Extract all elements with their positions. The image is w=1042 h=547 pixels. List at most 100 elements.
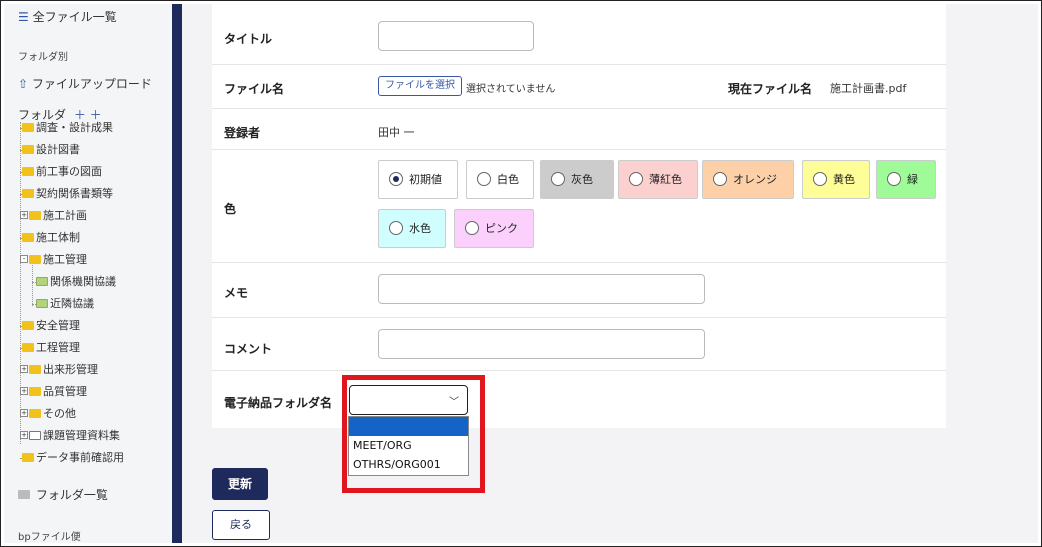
tree-node[interactable]: 近隣協議 [36,294,94,314]
tree-node[interactable]: 契約関係書類等 [22,184,113,204]
color-option[interactable]: 水色 [378,209,446,248]
radio-icon[interactable] [477,172,491,186]
memo-label: メモ [224,286,249,300]
tree-node[interactable]: + 出来形管理 [20,360,98,380]
tree-node-label: 施工体制 [36,231,80,244]
folder-icon [29,210,41,220]
color-option[interactable]: 緑 [876,160,936,199]
folder-icon [29,386,41,396]
tree-node[interactable]: 関係機関協議 [36,272,116,292]
folder-icon [22,188,34,198]
folder-icon [22,342,34,352]
tree-expander-icon[interactable]: + [20,211,28,219]
main-content: タイトル ファイル名 ファイルを選択 選択されていません 現在ファイル名 施工計… [182,4,1038,543]
registrant-label: 登録者 [224,126,261,140]
color-option[interactable]: 薄紅色 [618,160,698,199]
color-option-label: 水色 [409,222,431,235]
tree-node[interactable]: 施工体制 [22,228,80,248]
radio-icon[interactable] [389,221,403,235]
list-icon: ☰ [18,10,29,24]
tree-node-label: データ事前確認用 [36,451,124,464]
folder-icon [36,298,48,308]
comment-input[interactable] [378,329,705,359]
tree-node-label: 関係機関協議 [50,275,116,288]
tree-node-label: 近隣協議 [50,297,94,310]
tree-node-label: 施工計画 [43,209,87,222]
current-file-value: 施工計画書.pdf [830,82,907,95]
choose-file-button[interactable]: ファイルを選択 [378,76,462,96]
tree-node[interactable]: 設計図書 [22,140,80,160]
radio-icon[interactable] [713,172,727,186]
color-option[interactable]: 白色 [466,160,534,199]
tree-node[interactable]: + 品質管理 [20,382,87,402]
folder-icon [29,364,41,374]
tree-node[interactable]: 調査・設計成果 [22,118,113,138]
back-button[interactable]: 戻る [212,510,270,540]
title-input[interactable] [378,21,534,51]
current-file-label: 現在ファイル名 [728,82,813,96]
sidebar-upload[interactable]: ⇧ ファイルアップロード [18,75,152,92]
filename-label: ファイル名 [224,82,285,96]
sidebar-upload-label: ファイルアップロード [31,77,152,91]
folder-icon [22,452,34,462]
folder-icon [29,254,41,264]
tree-node[interactable]: - 施工管理 [20,250,87,270]
sidebar-divider [172,4,182,543]
color-option-label: 灰色 [571,173,593,186]
color-option-label: 白色 [497,173,519,186]
no-file-selected-text: 選択されていません [466,84,556,95]
folder-icon [22,232,34,242]
sidebar-section-by-folder: フォルダ別 [18,52,68,63]
form-card: タイトル ファイル名 ファイルを選択 選択されていません 現在ファイル名 施工計… [212,4,946,428]
folder-icon [22,166,34,176]
tree-node[interactable]: + 課題管理資料集 [20,426,120,446]
radio-icon[interactable] [389,172,403,186]
tree-node-label: 施工管理 [43,253,87,266]
tree-expander-icon[interactable]: + [20,365,28,373]
tree-expander-icon[interactable]: + [20,387,28,395]
sidebar-folder-list[interactable]: フォルダ一覧 [18,486,108,503]
color-option-label: 緑 [907,173,918,186]
color-option[interactable]: 初期値 [378,160,458,199]
sidebar-bp-files[interactable]: bpファイル便 [18,528,81,543]
tree-node[interactable]: 工程管理 [22,338,80,358]
tree-node-label: その他 [43,407,76,420]
color-option-label: 初期値 [409,173,442,186]
radio-icon[interactable] [551,172,565,186]
radio-icon[interactable] [629,172,643,186]
color-label: 色 [224,202,237,216]
highlight-box [342,375,485,493]
tree-expander-icon[interactable]: + [20,431,28,439]
tree-node-label: 調査・設計成果 [36,121,113,134]
sidebar: ☰ 全ファイル一覧 フォルダ別 ⇧ ファイルアップロード フォルダ ＋ ＋ 調査… [4,4,172,543]
radio-icon[interactable] [887,172,901,186]
color-option-label: 薄紅色 [649,173,682,186]
folder-list-icon [18,490,30,499]
tree-node[interactable]: + その他 [20,404,76,424]
tree-node-label: 設計図書 [36,143,80,156]
tree-node-label: 出来形管理 [43,363,98,376]
radio-icon[interactable] [465,221,479,235]
registrant-value: 田中 一 [378,126,415,139]
memo-input[interactable] [378,274,705,304]
color-option[interactable]: ピンク [454,209,534,248]
tree-expander-icon[interactable]: - [20,255,28,263]
color-option[interactable]: 灰色 [540,160,614,199]
tree-node[interactable]: 安全管理 [22,316,80,336]
tree-node[interactable]: データ事前確認用 [22,448,124,468]
sidebar-all-files[interactable]: ☰ 全ファイル一覧 [18,8,117,25]
folder-icon [36,276,48,286]
color-option-label: 黄色 [833,173,855,186]
tree-node[interactable]: 前工事の図面 [22,162,102,182]
tree-node-label: 課題管理資料集 [43,429,120,442]
color-option[interactable]: オレンジ [702,160,794,199]
tree-node-label: 工程管理 [36,341,80,354]
folder-icon [29,430,41,440]
tree-node[interactable]: + 施工計画 [20,206,87,226]
tree-expander-icon[interactable]: + [20,409,28,417]
color-option[interactable]: 黄色 [802,160,870,199]
tree-node-label: 契約関係書類等 [36,187,113,200]
title-label: タイトル [224,32,273,46]
update-button[interactable]: 更新 [212,468,268,500]
radio-icon[interactable] [813,172,827,186]
